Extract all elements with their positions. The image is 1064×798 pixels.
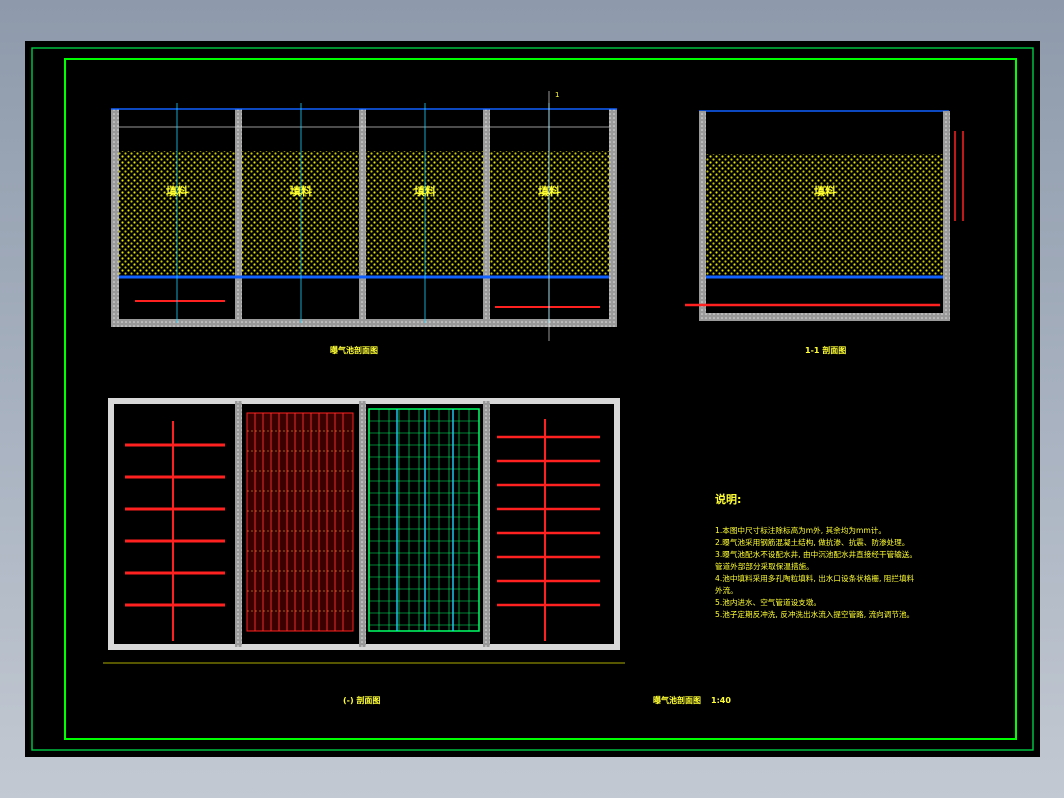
plan-partition-1 [235, 401, 242, 647]
plan-cell-3 [368, 408, 480, 632]
side-bottom-slab [699, 313, 950, 321]
partition-wall-1 [235, 109, 242, 323]
notes-block: 说明: 1.本图中尺寸标注除标高为m外, 其余均为mm计。 2.曝气池采用钢筋混… [715, 492, 917, 619]
plan-partition-3 [483, 401, 490, 647]
partition-wall-2 [359, 109, 366, 323]
cell-label-2: 填料 [290, 184, 312, 198]
media-fill-3 [366, 151, 483, 275]
plan-view: (-) 剖面图 [103, 398, 625, 705]
caption-title: 曝气池剖面图 [653, 695, 701, 705]
note-line-7: 5.池内进水、空气管道设支墩。 [715, 597, 821, 607]
cut-mark-label: 1 [555, 91, 559, 99]
section-view: 填料 填料 填料 填料 1 曝气池剖面图 [111, 91, 617, 355]
cad-drawing: 填料 填料 填料 填料 1 曝气池剖面图 填料 1-1 剖面图 (-) 剖面图 … [31, 47, 1034, 751]
note-line-2: 2.曝气池采用钢筋混凝土结构, 做抗渗、抗震、防渗处理。 [715, 537, 909, 547]
side-right-wall [943, 111, 950, 321]
plan-cell-2 [246, 412, 354, 632]
note-line-4: 管道外部部分采取保温措施。 [715, 561, 814, 571]
side-section: 填料 1-1 剖面图 [685, 110, 964, 355]
partition-wall-3 [483, 109, 490, 323]
plan-cell-1 [125, 421, 225, 641]
media-fill-4 [490, 151, 609, 275]
section-view-title: 曝气池剖面图 [330, 345, 378, 355]
side-cell-label: 填料 [814, 184, 836, 198]
note-line-8: 5.池子定期反冲洗, 反冲洗出水流入提空管路, 流向调节池。 [715, 609, 914, 619]
side-section-title: 1-1 剖面图 [805, 345, 846, 355]
note-line-5: 4.池中填料采用多孔陶粒填料, 出水口设条状格栅, 阻拦填料 [715, 573, 915, 583]
note-line-3: 3.曝气池配水不设配水井, 由中沉池配水井直接经干管输送。 [715, 549, 917, 559]
drawing-sheet: 填料 填料 填料 填料 1 曝气池剖面图 填料 1-1 剖面图 (-) 剖面图 … [25, 41, 1040, 757]
note-line-1: 1.本图中尺寸标注除标高为m外, 其余均为mm计。 [715, 525, 886, 535]
plan-cell-4 [497, 419, 600, 641]
caption-scale: 1:40 [711, 696, 731, 705]
side-media-fill [706, 154, 943, 276]
left-wall [111, 109, 119, 327]
media-fill-2 [242, 151, 359, 275]
plan-view-title: (-) 剖面图 [343, 695, 380, 705]
plan-partition-2 [359, 401, 366, 647]
note-line-6: 外流。 [715, 585, 738, 595]
notes-heading: 说明: [715, 492, 741, 506]
right-wall [609, 109, 617, 327]
cell-label-1: 填料 [166, 184, 188, 198]
cell-label-3: 填料 [414, 184, 436, 198]
side-left-wall [699, 111, 706, 321]
drawing-caption: 曝气池剖面图 1:40 [653, 695, 731, 705]
